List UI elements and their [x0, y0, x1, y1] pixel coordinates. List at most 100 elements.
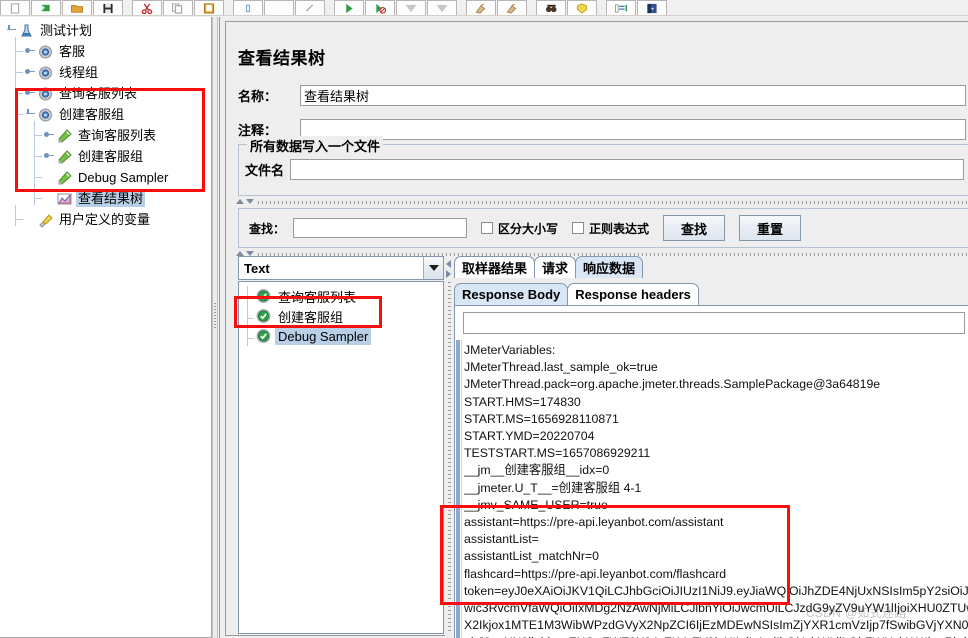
tree-connector: [34, 163, 35, 184]
open-icon[interactable]: [62, 0, 92, 15]
test-plan-tree[interactable]: 测试计划 客服 线程组 查询客服列表 创建客服组 查询客服列表 创建客服组 Debug Sam…: [0, 17, 212, 638]
results-splitter[interactable]: [445, 256, 454, 636]
subtab-0[interactable]: Response Body: [454, 283, 569, 305]
tree-item-5[interactable]: 查询客服列表: [44, 125, 158, 146]
copy-icon[interactable]: [163, 0, 193, 15]
stop-icon[interactable]: [396, 0, 426, 15]
tree-connector: [15, 37, 16, 58]
tree-item-9[interactable]: 用户定义的变量: [25, 209, 152, 230]
tree-item-7[interactable]: Debug Sampler: [44, 167, 170, 188]
tree-item-label: 线程组: [59, 64, 99, 80]
case-sensitive-box-icon[interactable]: [481, 222, 494, 234]
jmeter-window: + 测试计划 客服 线程组 查询客服列表 创建客服组 查询客服列表 创建客服组 Debug S…: [0, 0, 968, 638]
case-sensitive-checkbox[interactable]: 区分大小写: [481, 220, 558, 237]
start-no-pauses-icon[interactable]: [365, 0, 395, 15]
regex-box-icon[interactable]: [572, 222, 585, 234]
tree-collapse-handle-icon[interactable]: [25, 46, 36, 57]
tree-item-4[interactable]: 创建客服组: [25, 104, 126, 125]
renderer-combobox[interactable]: Text: [238, 256, 444, 280]
help-icon[interactable]: +: [637, 0, 667, 15]
tree-item-2[interactable]: 线程组: [25, 62, 100, 83]
toolbar-group: +: [606, 0, 668, 15]
templates-icon[interactable]: [31, 0, 61, 15]
chevron-down-icon[interactable]: [423, 257, 443, 279]
result-connector: [247, 338, 254, 339]
search-icon[interactable]: [536, 0, 566, 15]
tree-connector: [34, 135, 42, 136]
cut-icon[interactable]: [132, 0, 162, 15]
function-helper-icon[interactable]: [606, 0, 636, 15]
view-results-tree-editor: 查看结果树 名称： 注释： 所有数据写入一个文件 文件名: [225, 21, 968, 638]
tab-0[interactable]: 取样器结果: [454, 256, 536, 278]
splitter-down-arrow-icon[interactable]: [246, 199, 254, 204]
result-list-item[interactable]: 创建客服组: [255, 306, 346, 326]
clear-icon[interactable]: [466, 0, 496, 15]
response-body-text[interactable]: JMeterVariables: JMeterThread.last_sampl…: [464, 342, 968, 638]
svg-text:+: +: [651, 5, 655, 12]
sampler-icon: [58, 170, 72, 184]
splitter-upper[interactable]: [232, 198, 968, 207]
tree-item-label: 客服: [59, 43, 86, 59]
tree-expand-handle-icon[interactable]: [25, 109, 36, 120]
reset-search-icon[interactable]: [567, 0, 597, 15]
comment-input[interactable]: [300, 118, 966, 140]
splitter-up-arrow-icon[interactable]: [236, 199, 244, 204]
response-find-input[interactable]: [463, 312, 965, 334]
tree-item-8[interactable]: 查看结果树: [44, 188, 146, 209]
collapse-all-icon[interactable]: [264, 0, 294, 15]
tree-item-label: 查看结果树: [76, 190, 146, 207]
success-shield-icon: [256, 329, 271, 343]
toggle-icon[interactable]: [295, 0, 325, 15]
tree-collapse-handle-icon[interactable]: [25, 88, 36, 99]
sampler-icon: [58, 149, 72, 163]
toolbar-group: [536, 0, 598, 15]
tree-collapse-handle-icon[interactable]: [44, 151, 55, 162]
tree-item-3[interactable]: 查询客服列表: [25, 83, 139, 104]
shutdown-icon[interactable]: [427, 0, 457, 15]
search-toolbar: 查找： 区分大小写 正则表达式 查找 重置: [238, 208, 968, 248]
tree-no-handle: [44, 172, 55, 183]
results-splitter-left-arrow-icon[interactable]: [446, 260, 451, 268]
tree-no-handle: [44, 193, 55, 204]
result-list-item[interactable]: Debug Sampler: [255, 326, 372, 346]
tree-item-0[interactable]: 测试计划: [6, 20, 94, 41]
result-list-item-label: 查询客服列表: [278, 289, 357, 305]
toolbar-group: [334, 0, 458, 15]
tab-1[interactable]: 请求: [534, 256, 577, 278]
tree-collapse-handle-icon[interactable]: [25, 67, 36, 78]
renderer-selected-value: Text: [244, 260, 270, 276]
tree-item-1[interactable]: 客服: [25, 41, 87, 62]
clear-all-icon[interactable]: [497, 0, 527, 15]
paste-icon[interactable]: [194, 0, 224, 15]
tree-connector: [15, 51, 23, 52]
new-icon[interactable]: [0, 0, 30, 15]
secondary-tabs: Response Body Response headers: [454, 283, 699, 305]
tree-item-label: 查询客服列表: [59, 85, 138, 101]
result-list-item[interactable]: 查询客服列表: [255, 286, 359, 306]
response-body-gutter: [455, 340, 462, 638]
tree-no-handle: [25, 214, 36, 225]
expand-all-icon[interactable]: [233, 0, 263, 15]
regex-checkbox[interactable]: 正则表达式: [572, 220, 649, 237]
save-icon[interactable]: [93, 0, 123, 15]
reset-button[interactable]: 重置: [739, 215, 802, 241]
subtab-1[interactable]: Response headers: [567, 283, 699, 305]
toolbar-group: [132, 0, 225, 15]
results-list[interactable]: 查询客服列表 创建客服组 Debug Sampler: [238, 281, 444, 634]
tree-connector: [15, 58, 16, 79]
thread-group-icon: [39, 45, 52, 58]
find-button[interactable]: 查找: [663, 215, 726, 241]
tab-2[interactable]: 响应数据: [575, 256, 644, 278]
vertical-splitter[interactable]: [212, 17, 218, 638]
results-splitter-right-arrow-icon[interactable]: [446, 270, 451, 278]
start-icon[interactable]: [334, 0, 364, 15]
name-input[interactable]: [300, 84, 966, 106]
tree-item-6[interactable]: 创建客服组: [44, 146, 145, 167]
filename-input[interactable]: [290, 159, 965, 180]
tree-expand-handle-icon[interactable]: [6, 25, 17, 36]
tree-connector: [34, 198, 42, 199]
search-input[interactable]: [293, 218, 468, 238]
tree-connector: [34, 156, 42, 157]
toolbar-group: [0, 0, 124, 15]
tree-collapse-handle-icon[interactable]: [44, 130, 55, 141]
